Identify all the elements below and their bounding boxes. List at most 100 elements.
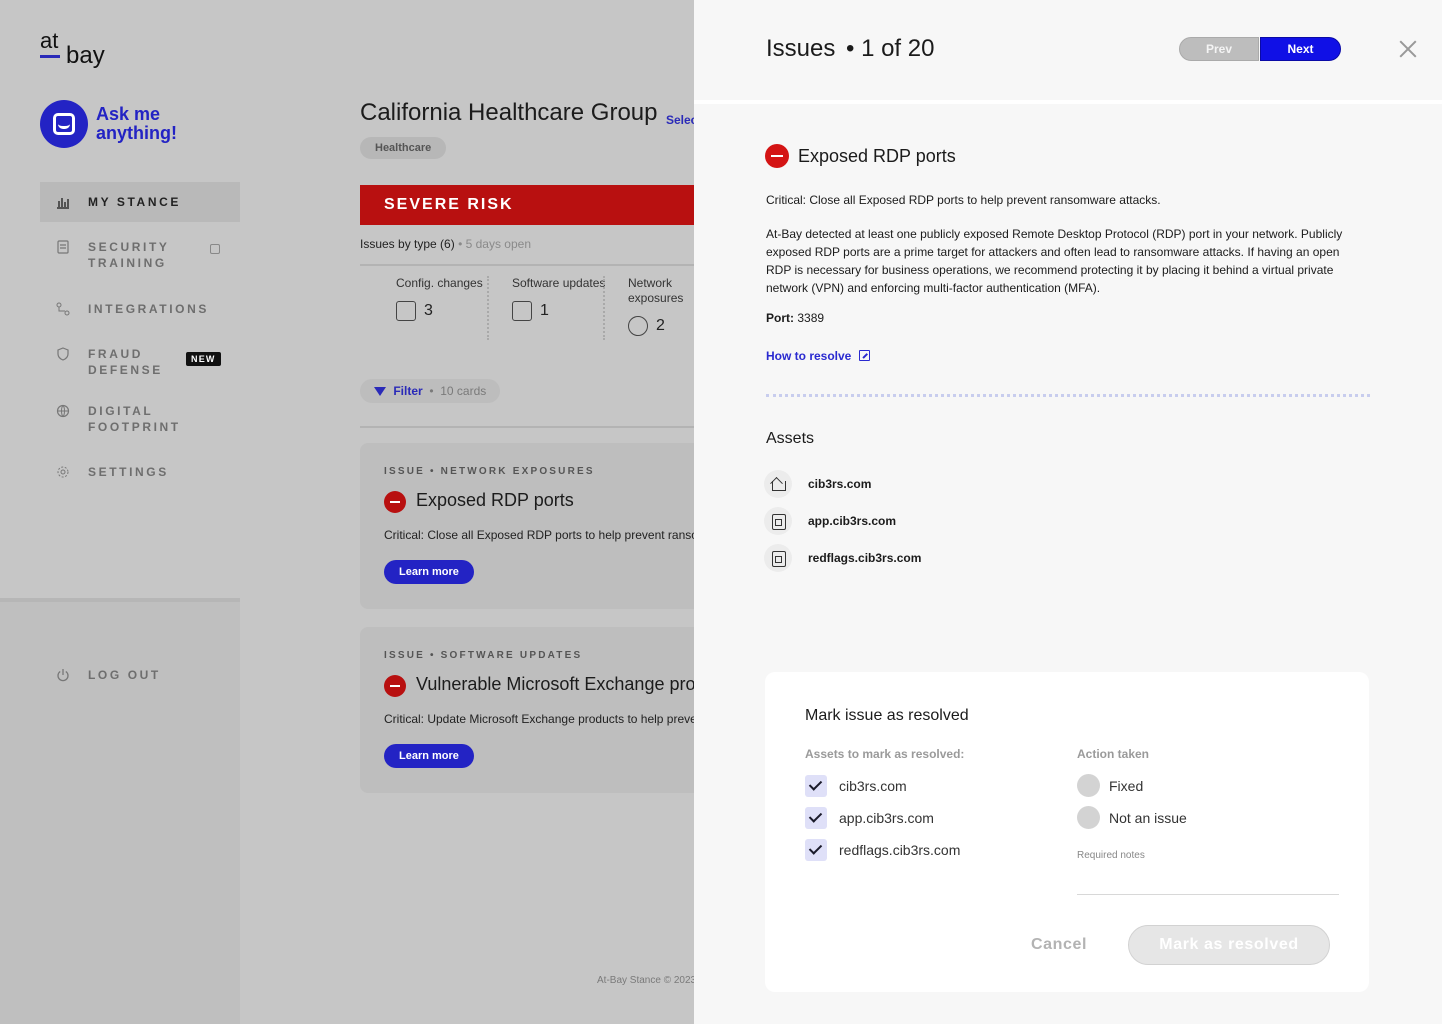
issue-card-kicker: ISSUE • NETWORK EXPOSURES — [384, 466, 595, 477]
cancel-button[interactable]: Cancel — [1031, 936, 1087, 954]
form-title: Mark issue as resolved — [805, 707, 969, 724]
sidebar-item-security-training[interactable]: SECURITY TRAINING — [40, 238, 240, 274]
days-open: 5 days open — [465, 237, 531, 251]
sidebar-divider — [0, 598, 240, 602]
chat-icon — [40, 100, 88, 148]
sidebar-item-label: INTEGRATIONS — [88, 302, 209, 316]
prev-button[interactable]: Prev — [1179, 37, 1259, 61]
issue-card-title: Vulnerable Microsoft Exchange products — [416, 674, 694, 694]
close-icon[interactable] — [1397, 38, 1419, 60]
industry-tag: Healthcare — [360, 137, 447, 159]
shield-icon — [57, 347, 69, 361]
home-icon — [764, 470, 792, 498]
stat-count: 1 — [540, 302, 549, 319]
how-to-resolve-link[interactable]: How to resolve — [766, 349, 871, 363]
asset-name: redflags.cib3rs.com — [808, 551, 922, 565]
stat-label: Software updates — [512, 276, 606, 290]
assets-to-resolve-label: Assets to mark as resolved: — [805, 747, 965, 761]
critical-icon — [384, 675, 406, 697]
risk-banner: SEVERE RISK — [360, 185, 694, 225]
stat-label: Config. changes — [396, 276, 483, 290]
logo-underline — [40, 55, 60, 58]
learn-more-button[interactable]: Learn more — [384, 744, 474, 768]
next-button[interactable]: Next — [1260, 37, 1341, 61]
stat-software-updates[interactable]: Software updates 1 — [512, 276, 612, 321]
ask-me-anything-button[interactable]: Ask me anything! — [40, 100, 206, 148]
asset-checkbox-row[interactable]: cib3rs.com — [805, 775, 907, 797]
radio-button[interactable] — [1077, 774, 1100, 797]
asset-checkbox-row[interactable]: app.cib3rs.com — [805, 807, 934, 829]
globe-icon — [56, 404, 70, 418]
sidebar-item-integrations[interactable]: INTEGRATIONS — [40, 300, 240, 320]
sidebar-item-label: SECURITY TRAINING — [88, 240, 170, 270]
checkbox-checked[interactable] — [805, 807, 827, 829]
sidebar-item-label: DIGITAL FOOTPRINT — [88, 404, 181, 434]
panel-header: Issues • 1 of 20 Prev Next — [694, 0, 1442, 104]
stat-network-exposures[interactable]: Network exposures 2 — [628, 276, 694, 336]
assets-title: Assets — [766, 430, 815, 447]
issue-card-title: Exposed RDP ports — [416, 490, 574, 510]
notes-field-label: Required notes — [1077, 850, 1145, 861]
at-bay-logo[interactable]: at bay — [38, 30, 118, 74]
sidebar: at bay Ask me anything! MY STANCE SECURI… — [0, 0, 240, 1024]
issue-card-desc: Critical: Close all Exposed RDP ports to… — [384, 528, 694, 542]
radio-button[interactable] — [1077, 806, 1100, 829]
checkbox-label: cib3rs.com — [839, 778, 907, 794]
checkbox-checked[interactable] — [805, 775, 827, 797]
asset-checkbox-row[interactable]: redflags.cib3rs.com — [805, 839, 960, 861]
new-badge: NEW — [186, 352, 221, 366]
section-divider — [766, 394, 1370, 397]
stat-count: 2 — [656, 317, 665, 334]
port-value: 3389 — [797, 311, 825, 325]
checkbox-label: app.cib3rs.com — [839, 810, 934, 826]
checkbox-checked[interactable] — [805, 839, 827, 861]
mark-as-resolved-button[interactable]: Mark as resolved — [1128, 925, 1330, 965]
select-company-link[interactable]: Selec — [666, 113, 694, 127]
panel-title: Issues — [766, 35, 836, 62]
filter-label: Filter — [393, 384, 423, 398]
how-to-resolve-label: How to resolve — [766, 349, 852, 363]
asset-item: app.cib3rs.com — [764, 507, 896, 535]
radio-label: Fixed — [1109, 777, 1144, 794]
stat-label: Network exposures — [628, 276, 684, 305]
config-icon — [396, 301, 416, 321]
page-icon — [764, 544, 792, 572]
sidebar-item-fraud-defense[interactable]: FRAUD DEFENSE NEW — [40, 345, 240, 381]
issue-card-desc: Critical: Update Microsoft Exchange prod… — [384, 712, 694, 726]
filter-count: 10 cards — [440, 384, 487, 398]
learn-more-button[interactable]: Learn more — [384, 560, 474, 584]
issue-card[interactable]: ISSUE • NETWORK EXPOSURES Exposed RDP po… — [360, 443, 694, 609]
sidebar-item-my-stance[interactable]: MY STANCE — [40, 182, 240, 222]
critical-icon — [765, 144, 789, 168]
main-content: California Healthcare Group Selec Health… — [240, 0, 694, 1024]
asset-name: app.cib3rs.com — [808, 514, 897, 528]
action-radio-not-an-issue[interactable]: Not an issue — [1077, 806, 1187, 829]
page-icon — [764, 507, 792, 535]
sidebar-item-digital-footprint[interactable]: DIGITAL FOOTPRINT — [40, 402, 240, 438]
stat-config-changes[interactable]: Config. changes 3 — [396, 276, 496, 321]
asset-item: cib3rs.com — [764, 470, 871, 498]
integrations-icon — [56, 302, 70, 316]
mark-resolved-form: Mark issue as resolved Assets to mark as… — [765, 672, 1369, 992]
asset-name: cib3rs.com — [808, 477, 872, 491]
issue-summary: Critical: Close all Exposed RDP ports to… — [766, 193, 1161, 207]
sidebar-item-settings[interactable]: SETTINGS — [40, 463, 240, 483]
external-link-icon — [210, 244, 220, 254]
filter-button[interactable]: Filter • 10 cards — [360, 379, 501, 403]
issues-by-type: Issues by type (6) • 5 days open — [360, 237, 531, 251]
notes-input[interactable] — [1077, 894, 1339, 895]
company-name: California Healthcare Group — [360, 99, 658, 126]
issue-port: Port: 3389 — [766, 311, 824, 325]
logo-text-top: at — [40, 28, 59, 53]
download-icon — [512, 301, 532, 321]
stat-count: 3 — [424, 302, 433, 319]
action-radio-fixed[interactable]: Fixed — [1077, 774, 1143, 797]
issue-description: At-Bay detected at least one publicly ex… — [766, 227, 1343, 295]
stat-separator — [603, 276, 605, 340]
logout-label: LOG OUT — [88, 668, 161, 682]
logo-text-bottom: bay — [66, 42, 105, 69]
issue-card[interactable]: ISSUE • SOFTWARE UPDATES Vulnerable Micr… — [360, 627, 694, 793]
funnel-icon — [374, 387, 386, 396]
critical-icon — [384, 491, 406, 513]
logout-button[interactable]: LOG OUT — [40, 666, 240, 686]
